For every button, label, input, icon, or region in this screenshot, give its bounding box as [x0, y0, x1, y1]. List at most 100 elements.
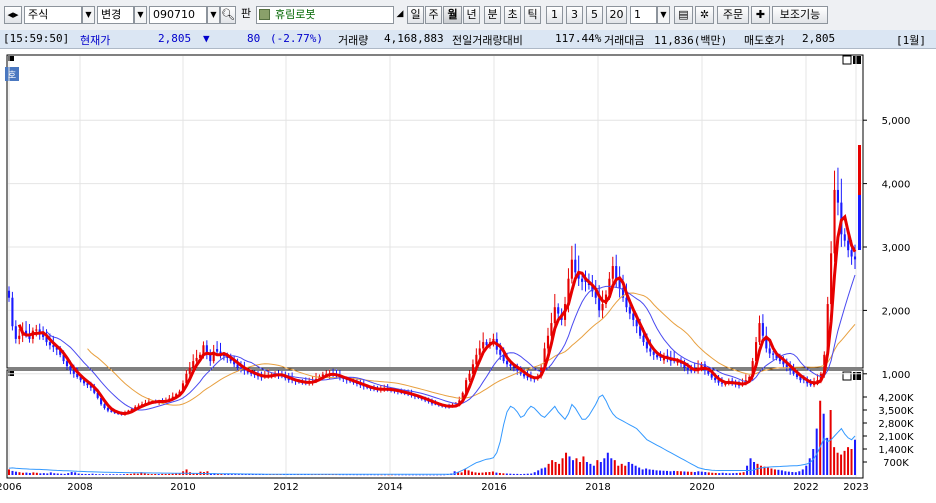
candle-body	[18, 335, 21, 339]
ask-label: 매도호가	[744, 34, 785, 47]
x-axis-tick-label: 2014	[377, 482, 402, 493]
candle-body	[499, 349, 502, 355]
volume-bar	[425, 474, 428, 476]
volume-bar	[84, 473, 87, 475]
volume-bar	[798, 471, 801, 475]
volume-bar	[401, 474, 404, 476]
volume-bar	[157, 474, 160, 475]
volume-bar	[760, 465, 762, 475]
market-select[interactable]: 주식	[24, 6, 82, 24]
x-axis-tick-label: 2020	[689, 482, 714, 493]
volume-bar	[429, 474, 432, 476]
volume-bar	[711, 472, 714, 475]
quote-time: [15:59:50]	[3, 32, 70, 45]
volume-bar	[679, 471, 682, 475]
stock-code-input[interactable]: 090710	[149, 6, 207, 24]
plus-icon[interactable]: ✚	[751, 6, 770, 24]
price-panel[interactable]	[6, 54, 864, 369]
volume-bar	[659, 470, 662, 475]
interval-btn-3[interactable]: 3	[566, 6, 583, 24]
volume-bar	[509, 473, 512, 475]
volume-bar	[777, 469, 780, 475]
volume-bar	[547, 463, 550, 475]
interval-input[interactable]: 1	[630, 6, 657, 24]
volume-bar	[8, 469, 10, 475]
period-btn-day[interactable]: 일	[407, 6, 424, 24]
volume-bar	[704, 472, 707, 475]
stock-name-field[interactable]: 휴림로봇	[256, 6, 394, 24]
period-btn-minute[interactable]: 분	[484, 6, 501, 24]
code-dropdown-arrow-icon[interactable]: ▼	[207, 6, 220, 24]
period-btn-tick[interactable]: 틱	[524, 6, 541, 24]
candle-body	[195, 357, 198, 362]
market-dropdown-arrow-icon[interactable]: ▼	[82, 6, 95, 24]
period-btn-month[interactable]: 월	[443, 6, 462, 24]
period-btn-week[interactable]: 주	[425, 6, 442, 24]
interval-btn-1[interactable]: 1	[546, 6, 563, 24]
period-btn-year[interactable]: 년	[463, 6, 480, 24]
volume-bar	[411, 474, 414, 476]
volume-bar	[648, 469, 651, 475]
restore-icon[interactable]	[842, 55, 852, 65]
volume-bar	[732, 473, 735, 475]
volume-bar	[808, 458, 811, 475]
candle-body	[690, 369, 693, 372]
volume-bar	[523, 473, 526, 475]
volume-bar	[77, 473, 80, 475]
candle-body	[7, 290, 11, 298]
volume-bar	[422, 474, 425, 476]
volume-bar	[728, 473, 731, 475]
direction-icon: ▼	[203, 32, 210, 45]
gear-icon[interactable]: ✲	[695, 6, 714, 24]
volume-bar	[700, 471, 703, 475]
x-axis-tick-label: 2006	[0, 482, 22, 493]
change-button[interactable]: 변경	[97, 6, 134, 24]
change-dropdown-arrow-icon[interactable]: ▼	[134, 6, 147, 24]
price-volume-chart[interactable]: 호 20062008201020122014201620182020202220…	[0, 49, 936, 500]
volume-bar	[631, 463, 634, 475]
volume-bar	[102, 474, 104, 475]
volume-bar	[88, 474, 91, 475]
volume-bar	[735, 472, 738, 475]
name-dropdown-icon[interactable]: ◢	[394, 6, 406, 24]
volume-bar	[707, 472, 710, 475]
volume-bar	[526, 473, 529, 475]
maximize-icon[interactable]	[853, 56, 861, 64]
volume-bar	[620, 463, 623, 475]
stock-name: 휴림로봇	[275, 8, 316, 21]
volume-bar	[624, 465, 627, 475]
pan-label: 판	[240, 7, 252, 20]
save-icon[interactable]: ▤	[674, 6, 693, 24]
volume-restore-icon[interactable]	[842, 371, 852, 381]
price-label: 현재가	[80, 34, 111, 47]
price-axis-label: 3,000	[882, 243, 911, 254]
period-btn-second[interactable]: 초	[504, 6, 521, 24]
search-icon[interactable]: 🔍︎	[220, 6, 236, 24]
volume-bar	[126, 473, 129, 475]
aux-function-button[interactable]: 보조기능	[772, 6, 828, 24]
volume-bar	[829, 410, 832, 475]
volume-bar	[171, 473, 174, 475]
volume-bar	[854, 439, 856, 475]
candle-body	[103, 404, 106, 409]
volume-panel[interactable]	[6, 369, 864, 479]
interval-dropdown-arrow-icon[interactable]: ▼	[657, 6, 670, 24]
candle-body	[485, 342, 488, 346]
order-button[interactable]: 주문	[717, 6, 749, 24]
volume-bar	[432, 474, 435, 476]
volume-bar	[42, 473, 45, 475]
volume-maximize-icon[interactable]	[853, 372, 861, 380]
candle-body	[72, 370, 75, 374]
chart-area[interactable]: 호 20062008201020122014201620182020202220…	[0, 49, 936, 500]
volume-bar	[505, 473, 508, 475]
volume-bar	[122, 474, 125, 475]
candle-body	[570, 259, 573, 279]
volume-bar	[387, 474, 390, 476]
quote-info-bar: [15:59:50] 현재가 2,805 ▼ 80 (-2.77%) 거래량 4…	[0, 30, 936, 49]
nav-arrows-icon[interactable]: ◂▸	[4, 6, 22, 24]
volume-bar	[714, 472, 717, 475]
interval-btn-5[interactable]: 5	[586, 6, 603, 24]
interval-btn-20[interactable]: 20	[606, 6, 627, 24]
volume-bar	[787, 471, 790, 475]
volume-bar	[519, 474, 522, 475]
